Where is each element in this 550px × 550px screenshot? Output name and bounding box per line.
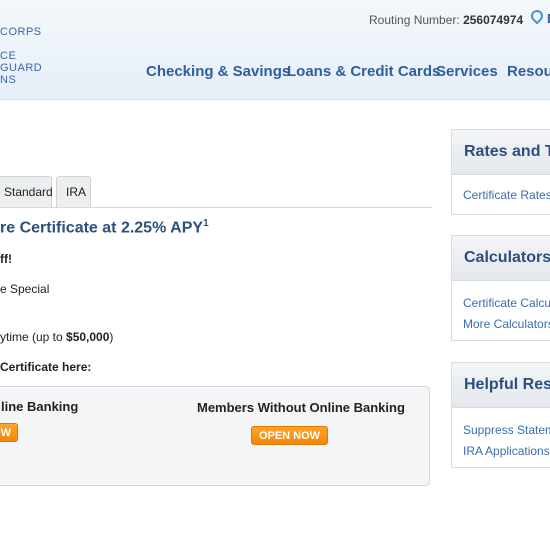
tab-standard[interactable]: Standard (0, 176, 53, 207)
nav-item-checking-savings[interactable]: Checking & Savings (146, 63, 290, 80)
nav-item-services[interactable]: Services (436, 63, 498, 80)
deposit-limit-line: ytime (up to $50,000) (0, 330, 113, 344)
logo-text-line[interactable]: CE (0, 50, 16, 62)
tab-ira[interactable]: IRA (56, 176, 91, 207)
nav-item-resources[interactable]: Resou (507, 63, 550, 80)
headline-footnote: 1 (203, 218, 209, 229)
calculators-box: Calculators Certificate Calcula More Cal… (451, 235, 550, 341)
open-certificate-heading: Certificate here: (0, 360, 92, 374)
rates-terms-title: Rates and Te (452, 130, 550, 175)
logo-text-line[interactable]: CORPS (0, 26, 42, 38)
open-account-panel: line Banking W Members Without Online Ba… (0, 386, 430, 486)
open-now-button[interactable]: OPEN NOW (251, 426, 328, 445)
helpful-resources-box: Helpful Reso Suppress Stateme IRA Applic… (451, 362, 550, 468)
certificate-rates-link[interactable]: Certificate Rates (452, 185, 550, 206)
helpful-resources-title: Helpful Reso (452, 363, 550, 408)
nav-item-loans-credit-cards[interactable]: Loans & Credit Cards (287, 63, 440, 80)
branch-locator-link[interactable]: B (528, 7, 550, 26)
routing-number-text: Routing Number: 256074974 (369, 13, 523, 27)
main-nav: Checking & Savings Loans & Credit Cards … (0, 63, 550, 83)
rates-terms-box: Rates and Te Certificate Rates (451, 129, 550, 215)
open-now-online-button[interactable]: W (0, 423, 18, 442)
site-header: CORPS CE GUARD NS Routing Number: 256074… (0, 0, 550, 100)
deposit-limit-suffix: ) (109, 330, 114, 344)
more-calculators-link[interactable]: More Calculators (452, 314, 550, 335)
special-line: e Special (0, 282, 50, 296)
page-headline: re Certificate at 2.25% APY1 (0, 218, 209, 237)
members-without-online-heading: Members Without Online Banking (197, 400, 405, 415)
headline-text: re Certificate at 2.25% APY (0, 219, 204, 237)
location-pin-icon (528, 7, 546, 25)
online-banking-heading: line Banking (1, 399, 79, 414)
deposit-limit-amount: $50,000 (66, 330, 110, 344)
certificate-calculator-link[interactable]: Certificate Calcula (452, 293, 550, 314)
routing-number: 256074974 (463, 13, 524, 27)
tab-divider (0, 207, 432, 208)
routing-label: Routing Number: (369, 13, 460, 27)
suppress-statements-link[interactable]: Suppress Stateme (452, 420, 550, 441)
deposit-limit-prefix: ytime (up to (0, 330, 67, 344)
calculators-title: Calculators (452, 236, 550, 281)
promo-line: ff! (0, 252, 12, 266)
ira-applications-link[interactable]: IRA Applications (452, 441, 550, 462)
